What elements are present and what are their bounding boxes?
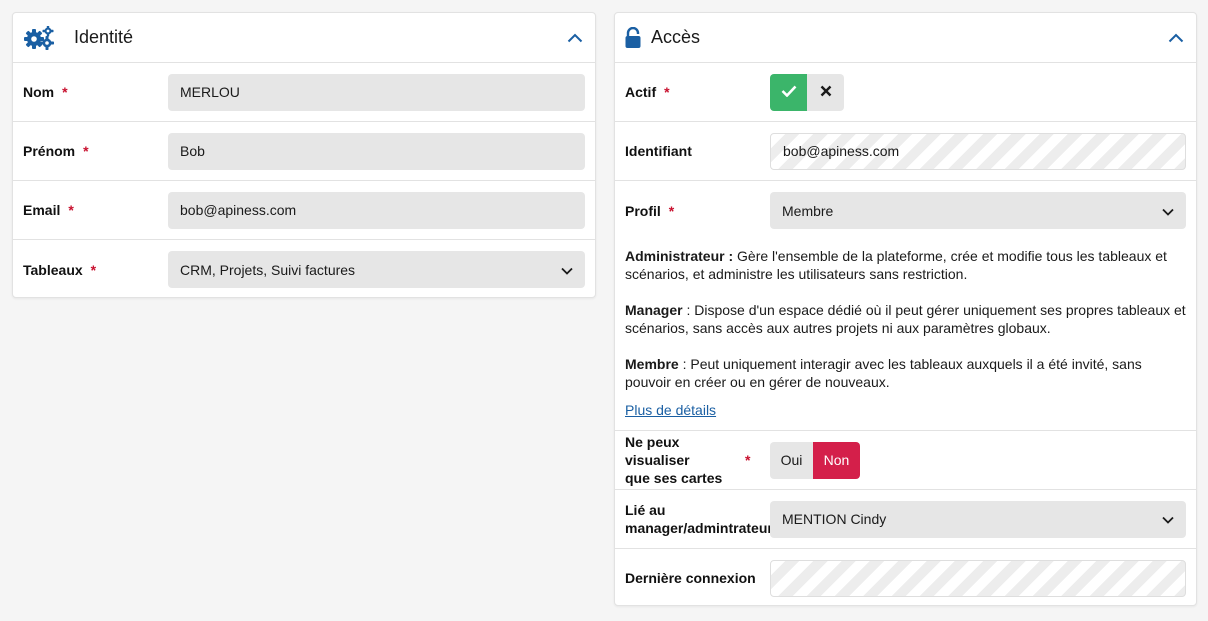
required-marker: * xyxy=(68,202,74,218)
actif-label: Actif * xyxy=(625,84,670,100)
profil-select[interactable]: Membre xyxy=(770,192,1186,229)
member-term: Membre xyxy=(625,356,679,372)
chevron-down-icon xyxy=(1162,511,1174,527)
prenom-value: Bob xyxy=(180,143,205,159)
profil-value: Membre xyxy=(782,202,834,219)
nom-field[interactable]: MERLOU xyxy=(168,73,585,111)
profile-descriptions: Administrateur : Gère l'ensemble de la p… xyxy=(615,240,1196,431)
actif-yes-button[interactable] xyxy=(770,73,807,111)
visualise-toggle: Oui Non xyxy=(770,441,860,479)
manager-term: Manager xyxy=(625,302,683,318)
visualise-label: Ne peux visualiser que ses cartes * xyxy=(625,434,751,486)
lie-value: MENTION Cindy xyxy=(782,511,887,527)
details-link[interactable]: Plus de détails xyxy=(625,401,716,419)
required-marker: * xyxy=(90,261,97,278)
identifiant-label: Identifiant xyxy=(625,143,692,159)
chevron-up-icon[interactable] xyxy=(1166,28,1186,48)
member-description: Membre : Peut uniquement interagir avec … xyxy=(625,355,1186,391)
identifiant-field: bob@apiness.com xyxy=(770,132,1186,170)
access-title: Accès xyxy=(651,27,701,47)
email-row: Email * bob@apiness.com xyxy=(13,181,595,240)
access-header: Accès xyxy=(615,13,1196,63)
identity-header: Identité xyxy=(13,13,595,63)
actif-toggle xyxy=(770,73,844,111)
admin-description: Administrateur : Gère l'ensemble de la p… xyxy=(625,247,1186,283)
admin-term: Administrateur : xyxy=(625,248,734,264)
tableaux-select[interactable]: CRM, Projets, Suivi factures xyxy=(168,251,585,288)
check-icon xyxy=(781,84,797,100)
visualise-oui-button[interactable]: Oui xyxy=(770,441,813,479)
tableaux-label: Tableaux * xyxy=(23,261,97,278)
tableaux-value: CRM, Projets, Suivi factures xyxy=(180,261,356,278)
lie-row: Lié au manager/admintrateur MENTION Cindy xyxy=(615,490,1196,549)
gears-icon xyxy=(23,25,55,51)
visualise-row: Ne peux visualiser que ses cartes * Oui N… xyxy=(615,431,1196,490)
actif-no-button[interactable] xyxy=(807,73,844,111)
email-value: bob@apiness.com xyxy=(180,202,297,218)
prenom-row: Prénom * Bob xyxy=(13,122,595,181)
email-label: Email * xyxy=(23,202,74,218)
access-panel: Accès Actif * Identifiant bob@apiness.com… xyxy=(614,12,1197,606)
email-field[interactable]: bob@apiness.com xyxy=(168,191,585,229)
derniere-row: Dernière connexion xyxy=(615,549,1196,607)
required-marker: * xyxy=(664,84,670,100)
identity-panel: Identité Nom * MERLOU Prénom * Bob Email * … xyxy=(12,12,596,298)
required-marker: * xyxy=(745,452,751,468)
member-text: : Peut uniquement interagir avec les tab… xyxy=(625,356,1142,390)
chevron-up-icon[interactable] xyxy=(565,28,585,48)
nom-label: Nom * xyxy=(23,84,68,100)
required-marker: * xyxy=(62,84,68,100)
chevron-down-icon xyxy=(1162,203,1174,219)
prenom-field[interactable]: Bob xyxy=(168,132,585,170)
close-icon xyxy=(820,84,832,100)
actif-row: Actif * xyxy=(615,63,1196,122)
required-marker: * xyxy=(83,143,89,159)
identifiant-row: Identifiant bob@apiness.com xyxy=(615,122,1196,181)
identifiant-value: bob@apiness.com xyxy=(783,143,900,159)
profil-label: Profil * xyxy=(625,202,675,219)
nom-value: MERLOU xyxy=(180,84,240,100)
tableaux-row: Tableaux * CRM, Projets, Suivi factures xyxy=(13,240,595,299)
chevron-down-icon xyxy=(561,262,573,278)
prenom-label: Prénom * xyxy=(23,143,89,159)
required-marker: * xyxy=(668,202,675,219)
identity-title: Identité xyxy=(74,27,134,47)
visualise-non-button[interactable]: Non xyxy=(813,441,860,479)
profil-row: Profil * Membre xyxy=(615,181,1196,240)
manager-text: : Dispose d'un espace dédié où il peut g… xyxy=(625,302,1186,336)
derniere-field xyxy=(770,559,1186,597)
lie-select[interactable]: MENTION Cindy xyxy=(770,500,1186,538)
lie-label: Lié au manager/admintrateur xyxy=(625,502,773,536)
manager-description: Manager : Dispose d'un espace dédié où i… xyxy=(625,301,1186,337)
derniere-label: Dernière connexion xyxy=(625,570,756,586)
unlock-icon xyxy=(625,25,643,51)
nom-row: Nom * MERLOU xyxy=(13,63,595,122)
